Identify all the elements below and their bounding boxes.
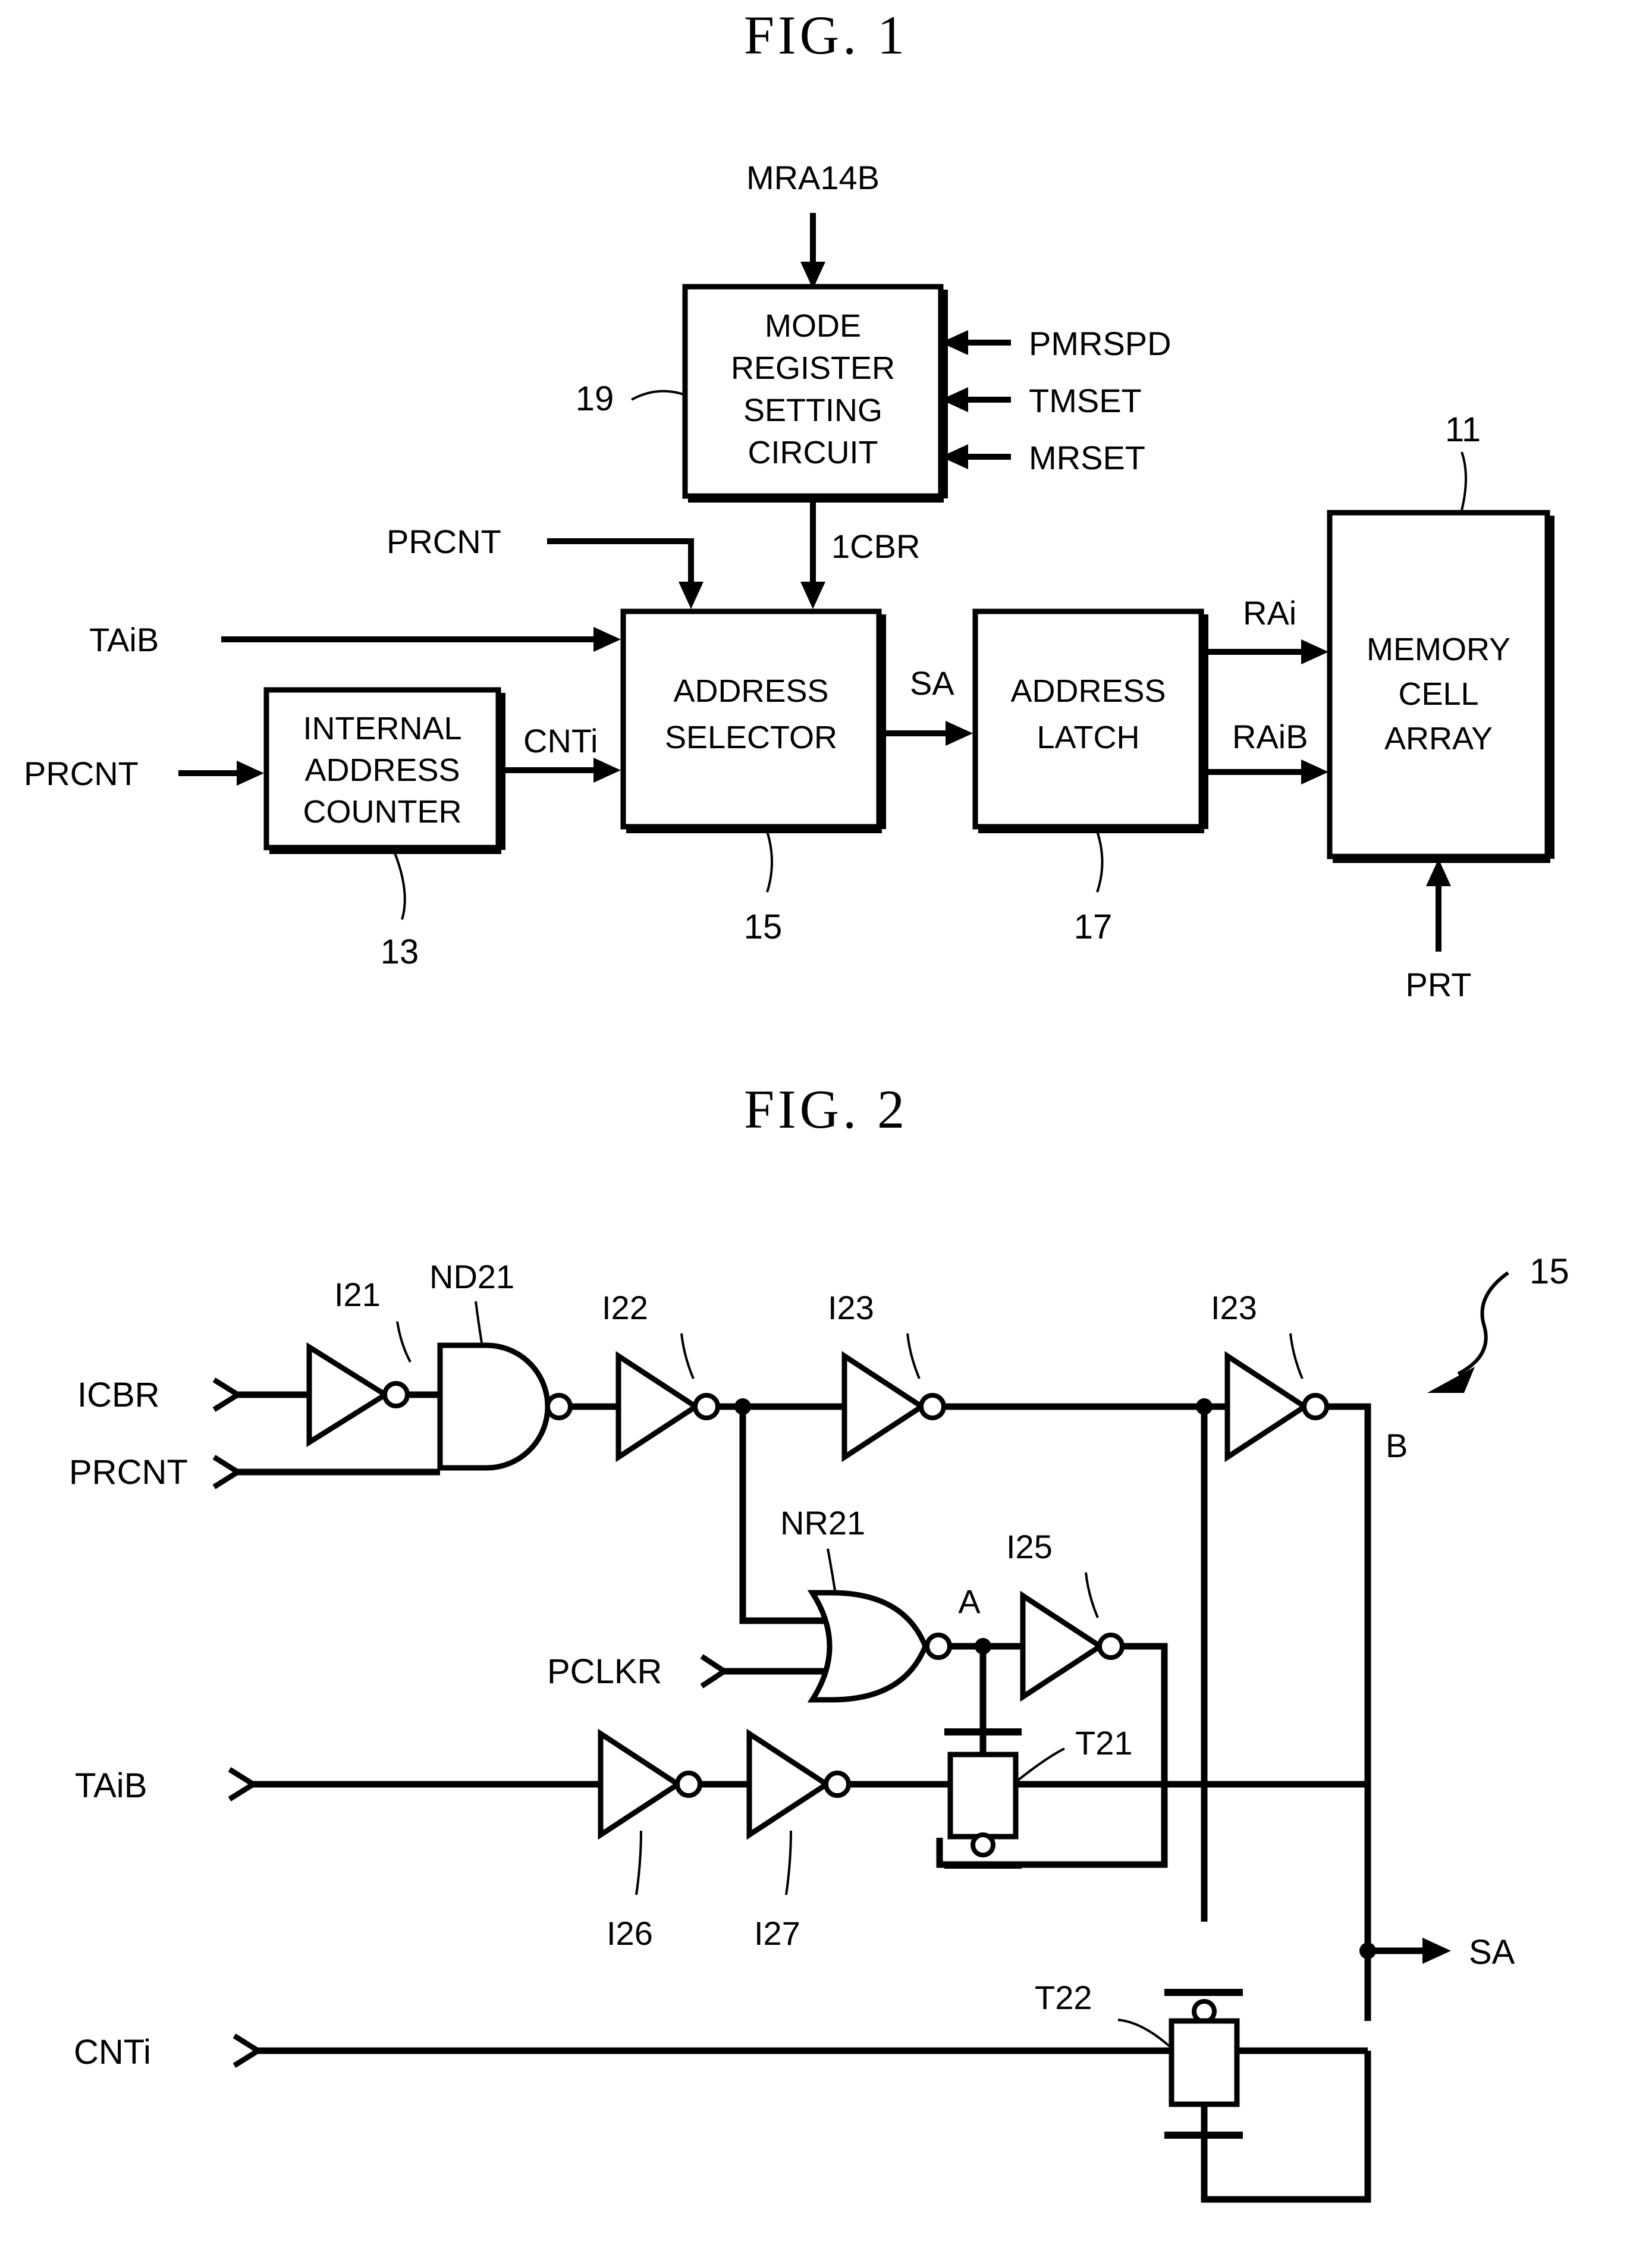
block-label-line: CELL	[1398, 676, 1478, 712]
reference-number: 11	[1445, 410, 1481, 449]
reference-callout-15-fig2: 15	[1427, 1251, 1569, 1393]
reference-number: 13	[381, 933, 419, 971]
inverter-i22[interactable]: I22	[602, 1289, 844, 1624]
component-label-nr21: NR21	[780, 1504, 865, 1542]
signal-label-pclkr: PCLKR	[547, 1652, 662, 1691]
signal-label-raib: RAiB	[1232, 718, 1308, 755]
figure-2-diagram: ICBR PRCNT I21 ND21 I22 I23 I23 B 15 PCL…	[69, 1251, 1569, 2203]
reference-callout-13: 13	[381, 851, 419, 971]
signal-label-1cbr: 1CBR	[831, 528, 920, 565]
signal-label-mrset: MRSET	[1029, 439, 1145, 476]
component-label-i25: I25	[1006, 1528, 1053, 1565]
nand-gate-nd21[interactable]: ND21	[429, 1258, 618, 1471]
signal-label-sa: SA	[910, 664, 954, 702]
block-label-line: MODE	[765, 308, 861, 344]
block-address-latch[interactable]: ADDRESS LATCH	[972, 608, 1208, 833]
signal-label-icbr: ICBR	[77, 1376, 160, 1414]
block-mode-register-setting-circuit[interactable]: MODE REGISTER SETTING CIRCUIT	[682, 284, 948, 503]
block-label-line: INTERNAL	[303, 711, 461, 746]
signal-rai: RAi	[1204, 594, 1328, 664]
reference-callout-15: 15	[744, 831, 783, 946]
signal-label-cnti: CNTi	[523, 722, 598, 759]
component-label-i22: I22	[602, 1289, 648, 1326]
block-memory-cell-array[interactable]: MEMORY CELL ARRAY	[1327, 510, 1554, 863]
signal-tmset: TMSET	[941, 382, 1142, 419]
block-label-line: ADDRESS	[1010, 673, 1166, 709]
signal-raib: RAiB	[1204, 718, 1328, 784]
block-label-line: COUNTER	[303, 794, 462, 830]
block-internal-address-counter[interactable]: INTERNAL ADDRESS COUNTER	[263, 687, 505, 854]
signal-1cbr: 1CBR	[800, 498, 920, 609]
signal-label-mra14b: MRA14B	[746, 159, 880, 196]
inverter-i21[interactable]: I21	[306, 1276, 440, 1448]
inverter-i27[interactable]: I27	[746, 1728, 922, 1952]
input-pin-icbr: ICBR	[77, 1376, 309, 1414]
signal-label-taib: TAiB	[75, 1766, 147, 1805]
signal-prcnt-left: PRCNT	[24, 755, 264, 792]
component-label-i26: I26	[607, 1915, 653, 1952]
transmission-gate-t22[interactable]: T22	[1035, 1979, 1371, 2203]
block-label-line: SELECTOR	[665, 720, 837, 755]
inverter-i23-right[interactable]: I23 B	[1211, 1289, 1408, 1838]
input-pin-taib: TAiB	[75, 1766, 601, 1805]
block-label-line: SETTING	[743, 393, 882, 428]
signal-prcnt-top: PRCNT	[387, 523, 703, 609]
node-label-a: A	[958, 1583, 981, 1620]
reference-callout-17: 17	[1074, 831, 1113, 946]
input-pin-cnti: CNTi	[74, 2033, 1172, 2072]
input-pin-pclkr: PCLKR	[547, 1652, 824, 1691]
signal-label-tmset: TMSET	[1029, 382, 1142, 419]
signal-prt: PRT	[1406, 859, 1472, 1003]
component-label-i21: I21	[334, 1276, 381, 1313]
node-a: A	[958, 1583, 991, 1731]
block-label-line: LATCH	[1037, 720, 1139, 755]
signal-label-rai: RAi	[1243, 594, 1296, 632]
signal-label-prcnt-left: PRCNT	[24, 755, 139, 792]
transmission-gate-t21[interactable]: T21	[922, 1724, 1368, 1869]
signal-label-taib: TAiB	[89, 621, 159, 658]
reference-number: 19	[576, 379, 614, 418]
component-label-i23-left: I23	[828, 1289, 874, 1326]
block-label-line: REGISTER	[731, 350, 895, 386]
component-label-t21: T21	[1075, 1724, 1133, 1762]
figure-1-diagram: MODE REGISTER SETTING CIRCUIT 19 MRA14B …	[24, 159, 1554, 1003]
component-label-nd21: ND21	[429, 1258, 514, 1295]
reference-number: 17	[1074, 908, 1113, 946]
inverter-i26[interactable]: I26	[598, 1728, 749, 1952]
component-label-i23-right: I23	[1211, 1289, 1257, 1326]
signal-mra14b: MRA14B	[746, 159, 880, 289]
output-bus-sa: SA	[1359, 1784, 1515, 2021]
signal-label-sa: SA	[1469, 1933, 1515, 1972]
block-label-line: CIRCUIT	[748, 435, 878, 470]
reference-number: 15	[744, 908, 783, 946]
node-label-b: B	[1386, 1427, 1408, 1464]
signal-cnti: CNTi	[501, 722, 621, 783]
component-label-i27: I27	[754, 1915, 800, 1952]
reference-callout-19: 19	[576, 379, 686, 418]
block-address-selector[interactable]: ADDRESS SELECTOR	[620, 608, 886, 833]
signal-pmrspd: PMRSPD	[941, 325, 1172, 362]
block-label-line: ADDRESS	[304, 752, 460, 788]
signal-sa: SA	[882, 664, 973, 746]
input-pin-prcnt: PRCNT	[69, 1453, 440, 1492]
signal-label-prt: PRT	[1406, 966, 1472, 1003]
signal-taib: TAiB	[89, 621, 621, 658]
signal-label-prcnt: PRCNT	[69, 1453, 188, 1492]
signal-label-cnti: CNTi	[74, 2033, 151, 2072]
component-label-t22: T22	[1035, 1979, 1092, 2016]
figure-2-title: FIG. 2	[743, 1079, 909, 1140]
reference-callout-11: 11	[1445, 410, 1481, 511]
signal-mrset: MRSET	[941, 439, 1145, 476]
block-label-line: MEMORY	[1367, 632, 1510, 667]
signal-label-prcnt-top: PRCNT	[387, 523, 501, 560]
block-label-line: ADDRESS	[673, 673, 828, 709]
reference-number: 15	[1529, 1251, 1569, 1291]
patent-drawing-page: FIG. 1 MODE REGISTER SETTING CIRCUIT 19 …	[0, 0, 1652, 2244]
block-label-line: ARRAY	[1384, 721, 1493, 757]
signal-label-pmrspd: PMRSPD	[1029, 325, 1172, 362]
